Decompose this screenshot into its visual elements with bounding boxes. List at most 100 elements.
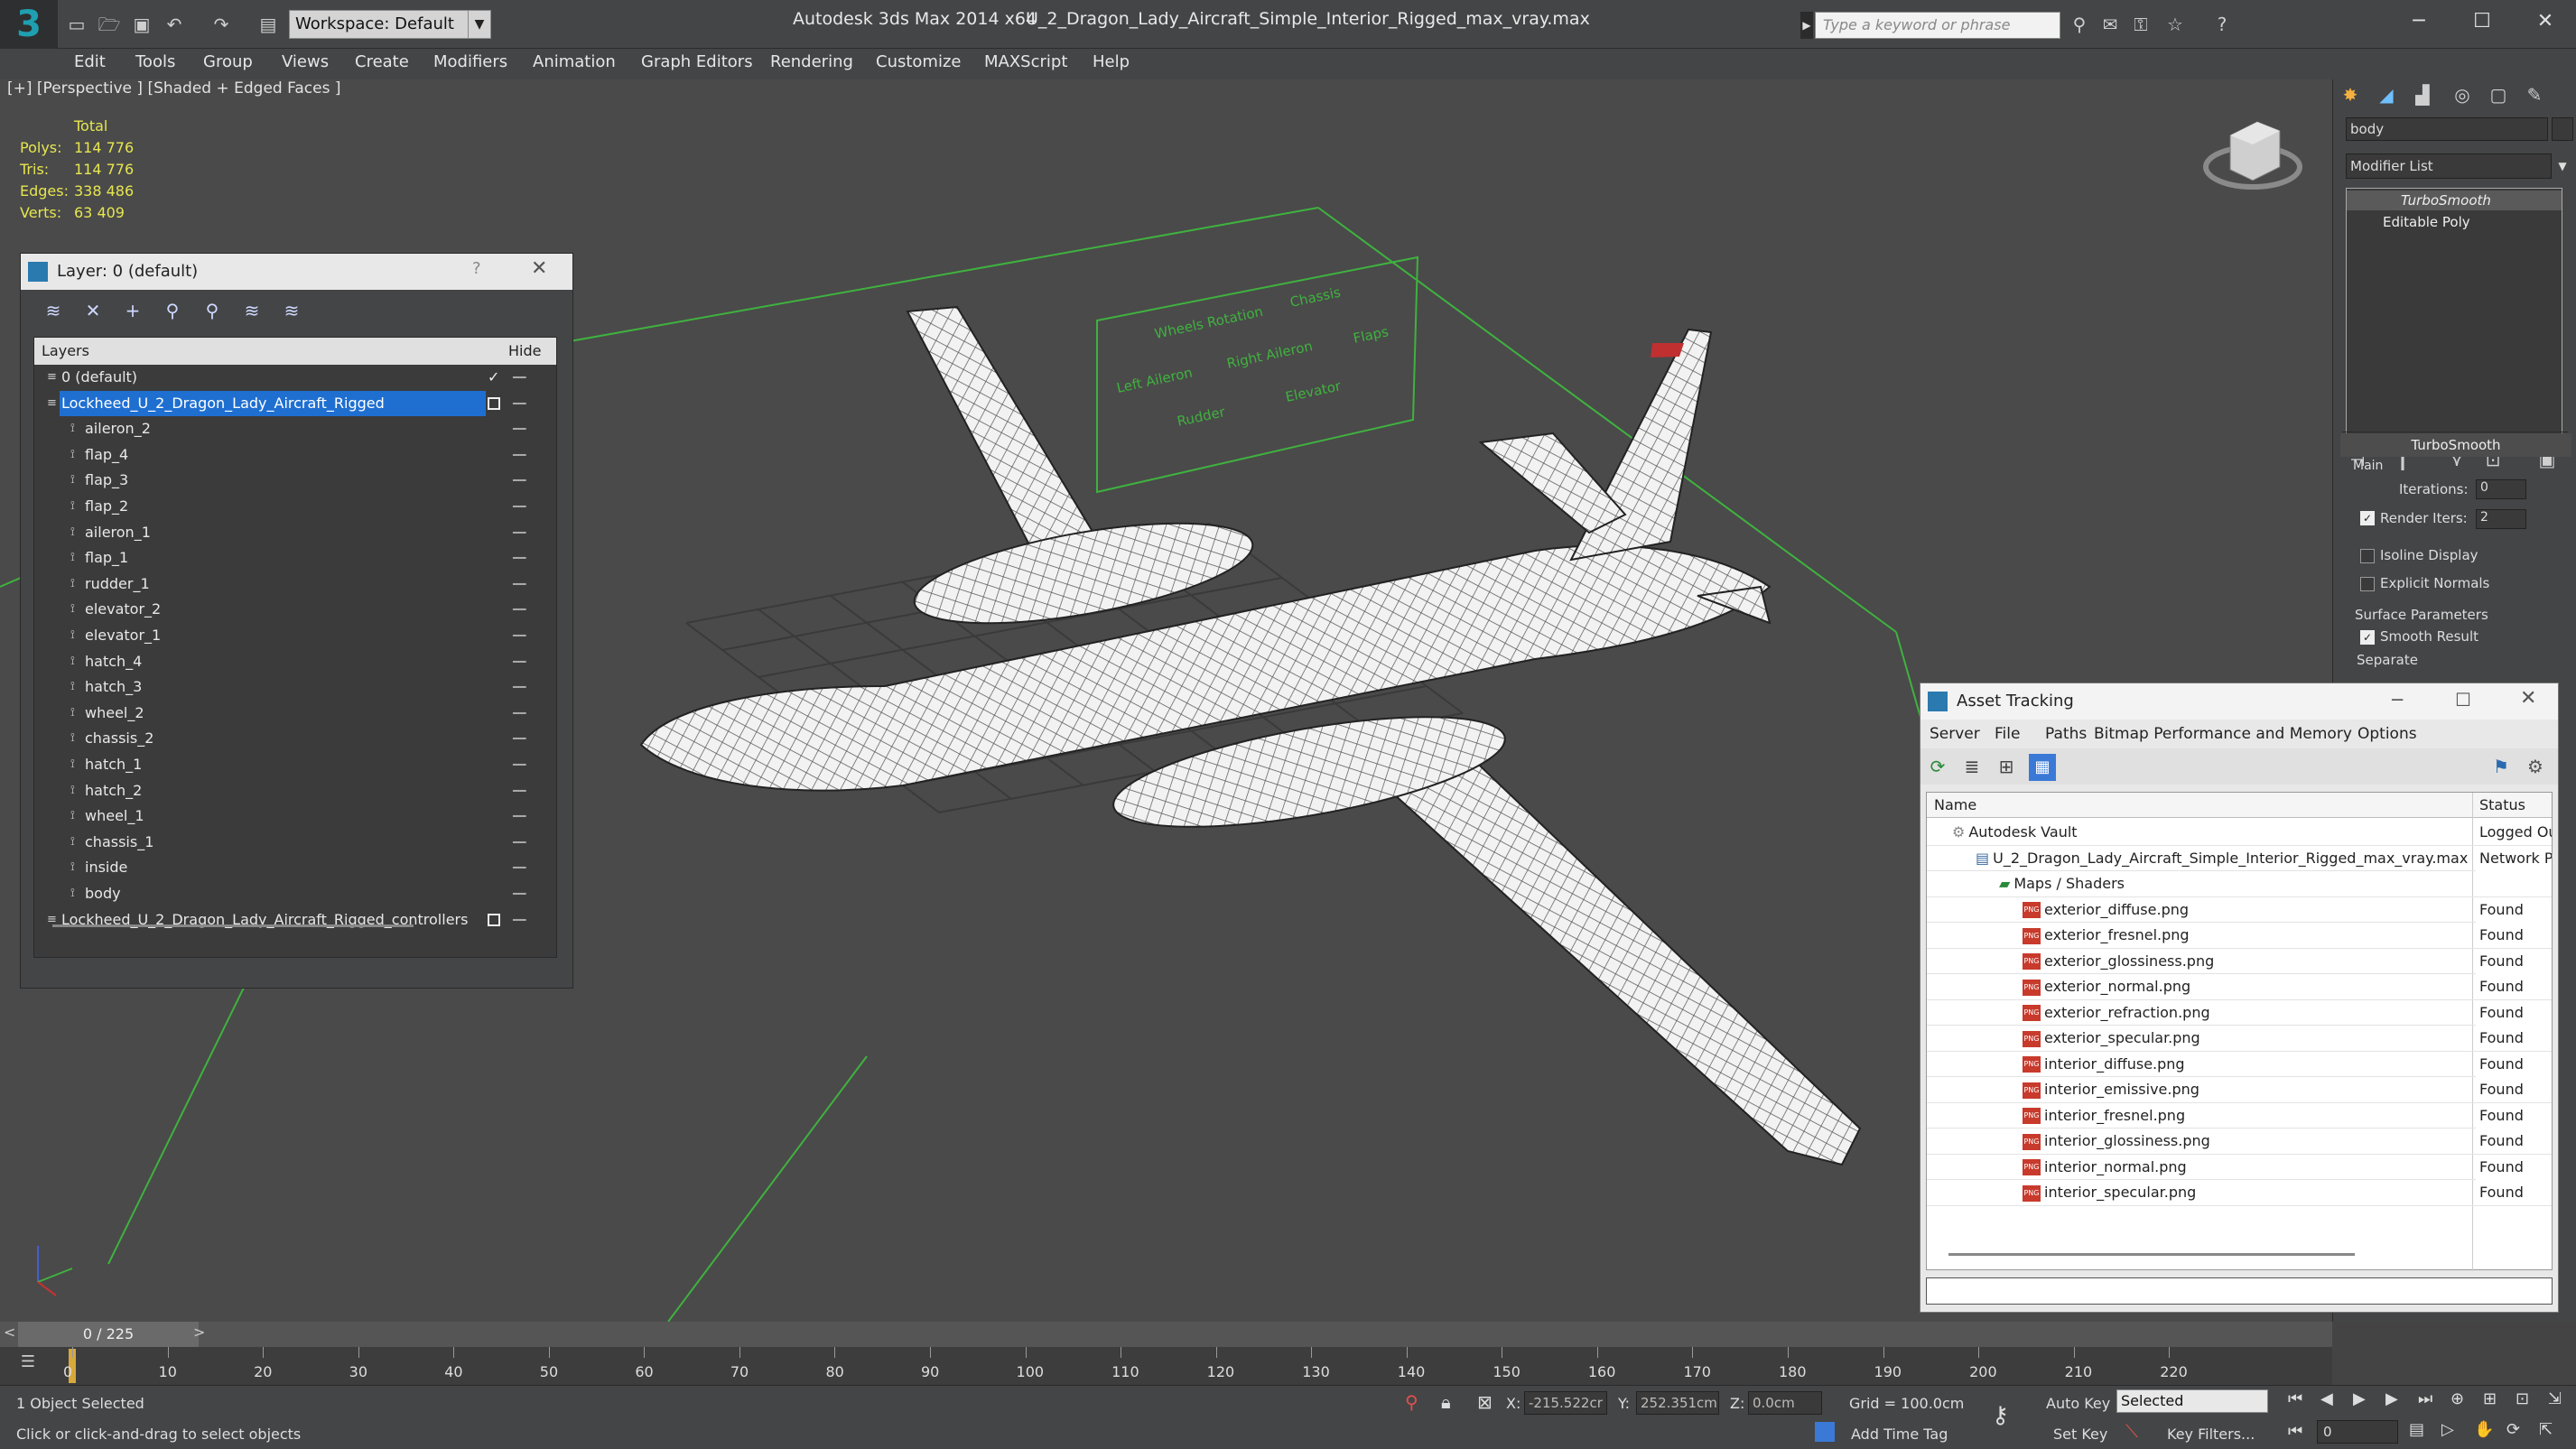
close-icon[interactable]: ✕ (2514, 4, 2576, 40)
stack-item-turbosmooth[interactable]: TurboSmooth (2347, 190, 2562, 210)
layer-name[interactable]: hatch_3 (83, 674, 144, 700)
asset-row[interactable]: PNG exterior_refraction.png Found (1927, 999, 2552, 1026)
mini-curve-editor-icon[interactable]: ☰ (14, 1352, 42, 1379)
layer-name[interactable]: Lockheed_U_2_Dragon_Lady_Aircraft_Rigged… (60, 907, 470, 933)
hide-toggle[interactable]: ━━ (513, 391, 525, 416)
asset-row[interactable]: PNG interior_normal.png Found (1927, 1154, 2552, 1180)
add-time-tag[interactable]: Add Time Tag (1851, 1426, 1948, 1443)
undo-icon[interactable]: ↶ (163, 13, 186, 36)
layer-name[interactable]: flap_2 (83, 494, 130, 519)
open-file-icon[interactable]: 🗁 (98, 13, 121, 36)
layer-name[interactable]: 0 (default) (60, 365, 139, 390)
hide-toggle[interactable]: ━━ (513, 830, 525, 855)
hide-toggle[interactable]: ━━ (513, 545, 525, 571)
next-frame-icon[interactable]: ▶ (2385, 1389, 2398, 1408)
previous-frame-icon[interactable]: ◀ (2320, 1389, 2333, 1408)
asset-close-icon[interactable]: ✕ (2520, 687, 2536, 710)
layer-row[interactable]: ⟟ aileron_2 ━━ (34, 416, 556, 441)
layer-row[interactable]: ⟟ elevator_1 ━━ (34, 623, 556, 648)
asset-row[interactable]: PNG interior_emissive.png Found (1927, 1077, 2552, 1103)
hide-toggle[interactable]: ━━ (513, 907, 525, 933)
hide-toggle[interactable]: ━━ (513, 881, 525, 906)
layer-name[interactable]: hatch_2 (83, 778, 144, 803)
layer-name[interactable]: elevator_1 (83, 623, 163, 648)
layer-name[interactable]: flap_3 (83, 468, 130, 493)
asset-menu-file[interactable]: File (1995, 725, 2020, 743)
help-icon[interactable]: ? (2210, 13, 2234, 36)
current-frame-field[interactable]: 0 (2317, 1420, 2398, 1444)
project-folder-icon[interactable]: ▤ (256, 13, 280, 36)
layer-name[interactable]: flap_1 (83, 545, 130, 571)
isoline-display-checkbox[interactable] (2360, 549, 2375, 563)
layer-close-icon[interactable]: ✕ (531, 257, 547, 280)
hide-toggle[interactable]: ━━ (513, 494, 525, 519)
active-layer-check-icon[interactable]: ✓ (488, 365, 499, 390)
layer-row[interactable]: ⟟ flap_1 ━━ (34, 545, 556, 571)
menu-animation[interactable]: Animation (533, 52, 616, 71)
key-filters-button[interactable]: Key Filters... (2167, 1426, 2255, 1443)
turbosmooth-rollout-header[interactable]: TurboSmooth (2340, 433, 2571, 457)
binoculars-icon[interactable]: ⚲ (2068, 13, 2091, 36)
set-key-button[interactable]: Set Key (2053, 1426, 2107, 1443)
layer-name[interactable]: body (83, 881, 123, 906)
layer-name[interactable]: aileron_2 (83, 416, 153, 441)
asset-help-icon[interactable]: ⚑ (2489, 756, 2513, 779)
hide-toggle[interactable]: ━━ (513, 701, 525, 726)
menu-create[interactable]: Create (355, 52, 409, 71)
layer-window-title[interactable]: Layer: 0 (default) (21, 254, 572, 290)
layer-row[interactable]: ⟟ aileron_1 ━━ (34, 520, 556, 545)
time-tag-icon[interactable] (1815, 1422, 1835, 1442)
table-view-icon[interactable]: ▦ (2029, 754, 2056, 781)
hide-toggle[interactable]: ━━ (513, 674, 525, 700)
layer-row[interactable]: ≡ Lockheed_U_2_Dragon_Lady_Aircraft_Rigge… (34, 907, 556, 933)
layer-row[interactable]: ⟟ wheel_2 ━━ (34, 701, 556, 726)
hide-toggle[interactable]: ━━ (513, 623, 525, 648)
select-in-layer-icon[interactable]: ⚲ (158, 297, 187, 324)
zoom-extents-icon[interactable]: ⊡ (2516, 1389, 2529, 1408)
asset-row[interactable]: PNG interior_diffuse.png Found (1927, 1051, 2552, 1077)
asset-menu-paths[interactable]: Paths (2045, 725, 2087, 743)
minimize-icon[interactable]: ─ (2387, 4, 2450, 40)
delete-layer-icon[interactable]: ✕ (79, 297, 107, 324)
layers-column-header[interactable]: Layers (42, 338, 89, 365)
viewcube-icon[interactable] (2203, 121, 2302, 190)
time-config-icon[interactable]: ▤ (2409, 1420, 2424, 1439)
set-keys-icon[interactable]: ⟍ (2125, 1420, 2138, 1442)
create-tab-icon[interactable]: ✸ (2339, 83, 2362, 107)
hide-toggle[interactable]: ━━ (513, 597, 525, 622)
isolate-selection-icon[interactable]: ⚲ (1405, 1391, 1418, 1413)
menu-modifiers[interactable]: Modifiers (433, 52, 507, 71)
layer-row[interactable]: ⟟ flap_2 ━━ (34, 494, 556, 519)
hide-toggle[interactable]: ━━ (513, 778, 525, 803)
y-coord-field[interactable]: 252.351cm (1636, 1391, 1719, 1415)
menu-customize[interactable]: Customize (876, 52, 961, 71)
asset-menu-server[interactable]: Server (1930, 725, 1980, 743)
absolute-mode-icon[interactable]: ⊠ (1477, 1391, 1493, 1413)
maximize-icon[interactable]: ☐ (2450, 4, 2514, 40)
hide-toggle[interactable]: ━━ (513, 649, 525, 674)
menu-views[interactable]: Views (282, 52, 329, 71)
time-slider[interactable]: < 0 / 225 > (0, 1322, 2332, 1347)
time-slider-next-icon[interactable]: > (193, 1324, 208, 1345)
asset-minimize-icon[interactable]: ─ (2392, 689, 2403, 711)
x-coord-field[interactable]: -215.522cr (1524, 1391, 1607, 1415)
hide-toggle[interactable]: ━━ (513, 752, 525, 777)
modifier-list-dropdown[interactable]: Modifier List (2346, 153, 2552, 179)
maximize-viewport-icon[interactable]: ⇲ (2548, 1389, 2562, 1408)
hierarchy-tab-icon[interactable]: ▟ (2411, 83, 2434, 107)
menu-help[interactable]: Help (1093, 52, 1130, 71)
layer-name[interactable]: elevator_2 (83, 597, 163, 622)
hide-toggle[interactable]: ━━ (513, 442, 525, 468)
pan-icon[interactable]: ✋ (2474, 1420, 2494, 1439)
communication-center-icon[interactable]: ✉ (2098, 13, 2122, 36)
render-iters-checkbox[interactable]: ✓ (2360, 511, 2375, 525)
object-name-field[interactable]: body (2346, 117, 2548, 141)
play-icon[interactable]: ▶ (2353, 1389, 2366, 1408)
asset-row[interactable]: PNG exterior_specular.png Found (1927, 1026, 2552, 1052)
asset-maximize-icon[interactable]: ☐ (2455, 689, 2471, 711)
time-slider-prev-icon[interactable]: < (4, 1324, 18, 1345)
layer-row[interactable]: ⟟ hatch_4 ━━ (34, 649, 556, 674)
asset-scrollbar[interactable] (1948, 1253, 2355, 1256)
workspace-dropdown[interactable]: Workspace: Default (289, 10, 489, 39)
layer-row[interactable]: ⟟ hatch_3 ━━ (34, 674, 556, 700)
